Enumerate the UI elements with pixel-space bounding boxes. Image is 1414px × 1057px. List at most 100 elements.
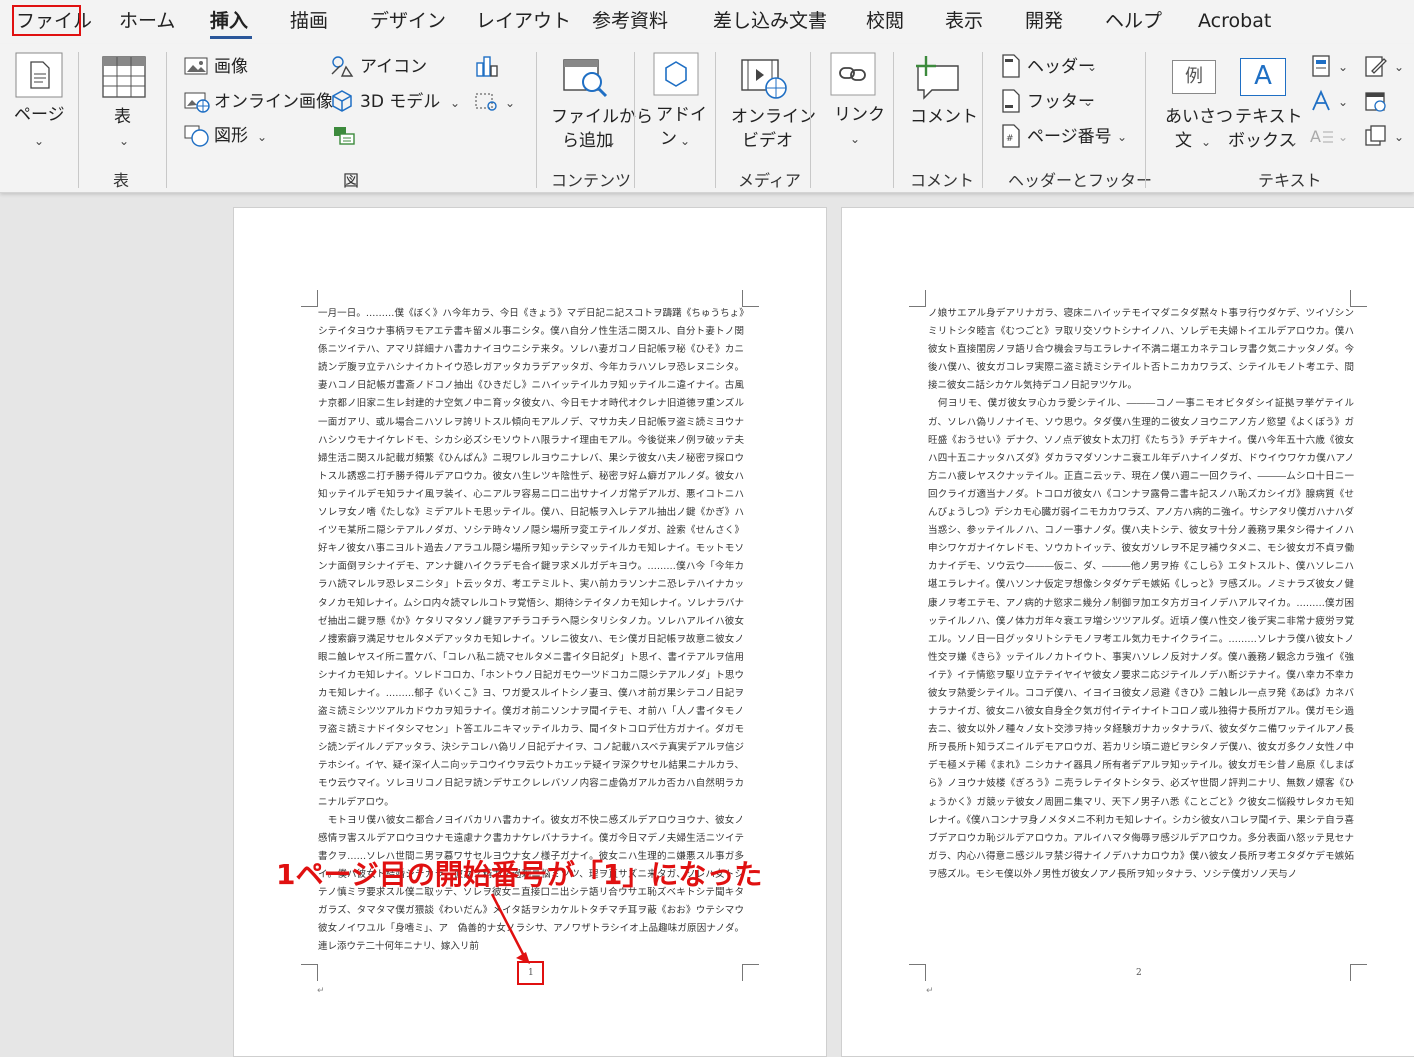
object-icon[interactable] xyxy=(1364,124,1388,148)
online-video-label-2: ビデオ xyxy=(742,131,793,151)
add-from-file-label: ファイルから xyxy=(551,107,653,127)
tab-help[interactable]: ヘルプ xyxy=(1105,8,1162,34)
chevron-down-icon: ⌄ xyxy=(1087,60,1098,74)
shapes-label: 図形 xyxy=(214,126,248,146)
chart-icon[interactable] xyxy=(474,54,500,78)
chevron-down-icon: ⌄ xyxy=(680,134,691,148)
margin-corner xyxy=(742,964,759,981)
margin-corner xyxy=(301,290,318,307)
chevron-down-icon[interactable]: ⌄ xyxy=(1338,126,1348,148)
tab-view[interactable]: 表示 xyxy=(945,8,983,34)
tab-home[interactable]: ホーム xyxy=(119,8,175,34)
link-icon xyxy=(830,52,876,96)
margin-corner xyxy=(742,290,759,307)
chevron-down-icon[interactable]: ⌄ xyxy=(1394,56,1404,78)
textbox-label: テキスト xyxy=(1235,107,1303,127)
online-video-label: オンライン xyxy=(731,107,816,127)
tab-insert[interactable]: 挿入 xyxy=(210,8,248,34)
online-image-label: オンライン画像 xyxy=(214,92,333,112)
tab-design[interactable]: デザイン xyxy=(370,8,446,34)
online-image-icon xyxy=(184,92,210,113)
table-label: 表 xyxy=(114,107,131,127)
margin-corner xyxy=(301,964,318,981)
chevron-down-icon[interactable]: ⌄ xyxy=(1338,56,1348,78)
addins-label-2: ン xyxy=(660,129,677,149)
annotation-arrow xyxy=(490,893,530,964)
separator xyxy=(536,52,537,188)
date-time-icon[interactable] xyxy=(1364,89,1388,113)
image-label: 画像 xyxy=(214,57,248,77)
icons-icon xyxy=(331,56,354,77)
chevron-down-icon: ⌄ xyxy=(1083,95,1094,109)
annotation-callout: 1ページ目の開始番号が「1」になった xyxy=(276,858,763,891)
chevron-down-icon: ⌄ xyxy=(505,96,516,110)
addins-icon xyxy=(653,52,699,96)
page-number-label: ページ番号 xyxy=(1027,127,1112,147)
quick-parts-icon[interactable] xyxy=(1310,54,1332,78)
wordart-icon[interactable] xyxy=(1310,89,1332,113)
tab-draw[interactable]: 描画 xyxy=(290,8,328,34)
file-tab-highlight xyxy=(12,5,81,36)
dropcap-icon[interactable]: A xyxy=(1308,124,1334,148)
paragraph-mark: ↵ xyxy=(926,986,934,996)
greeting-label: あいさつ xyxy=(1165,107,1233,127)
active-tab-underline xyxy=(210,36,252,39)
chevron-down-icon: ⌄ xyxy=(119,134,130,148)
separator xyxy=(810,52,811,188)
chevron-down-icon: ⌄ xyxy=(1288,135,1299,149)
tab-review[interactable]: 校閲 xyxy=(866,8,904,34)
chevron-down-icon: ⌄ xyxy=(606,135,617,149)
textbox-icon: A xyxy=(1240,58,1286,96)
shapes-icon xyxy=(184,125,209,147)
separator xyxy=(715,52,716,188)
group-label-text: テキスト xyxy=(1258,171,1322,190)
group-label-header-footer: ヘッダーとフッター xyxy=(1008,171,1153,190)
tab-layout[interactable]: レイアウト xyxy=(476,8,571,34)
tab-references[interactable]: 参考資料 xyxy=(592,8,668,34)
textbox-label-2: ボックス xyxy=(1228,131,1296,151)
body-text[interactable]: ノ娘サエアル身デアリナガラ、寝床ニハイッテモイマダニタダ黙々ト事ヲ行ウダケデ、ツ… xyxy=(928,305,1354,955)
ribbon: ページ ⌄ 表 ⌄ 表 画像 オンライン画像 図形 ⌄ アイコン 3D モデル … xyxy=(0,44,1414,193)
separator xyxy=(982,52,983,188)
tab-developer[interactable]: 開発 xyxy=(1025,8,1063,34)
chevron-down-icon: ⌄ xyxy=(450,96,461,110)
separator xyxy=(166,52,167,188)
separator xyxy=(634,52,635,188)
separator xyxy=(78,52,79,188)
svg-text:#: # xyxy=(1006,134,1014,144)
greeting-label-2: 文 xyxy=(1175,131,1192,151)
page-number-icon: # xyxy=(1002,124,1020,148)
chevron-down-icon[interactable]: ⌄ xyxy=(1338,91,1348,113)
separator xyxy=(1145,52,1146,188)
margin-corner xyxy=(909,290,926,307)
addins-label: アドイ xyxy=(656,105,707,125)
tab-acrobat[interactable]: Acrobat xyxy=(1198,8,1271,34)
paragraph-mark: ↵ xyxy=(317,986,325,996)
chevron-down-icon: ⌄ xyxy=(850,132,861,146)
cube-icon xyxy=(332,90,352,112)
smartart-icon[interactable] xyxy=(332,124,356,146)
comment-label: コメント xyxy=(910,107,978,127)
link-label: リンク xyxy=(834,105,885,125)
chevron-down-icon[interactable]: ⌄ xyxy=(1394,126,1404,148)
document-page-2[interactable]: ノ娘サエアル身デアリナガラ、寝床ニハイッテモイマダニタダ黙々ト事ヲ行ウダケデ、ツ… xyxy=(841,207,1414,1057)
chevron-down-icon: ⌄ xyxy=(34,134,45,148)
table-icon xyxy=(102,56,146,98)
pages-label: ページ xyxy=(14,105,65,125)
separator xyxy=(893,52,894,188)
page-number[interactable]: 2 xyxy=(1136,968,1142,978)
file-search-icon xyxy=(563,59,608,98)
page-icon xyxy=(15,52,63,98)
header-label: ヘッダー xyxy=(1027,57,1095,77)
greeting-icon: 例 xyxy=(1172,60,1216,94)
signature-line-icon[interactable] xyxy=(1364,54,1388,78)
tab-mailings[interactable]: 差し込み文書 xyxy=(713,8,827,34)
margin-corner xyxy=(1350,964,1367,981)
chevron-down-icon: ⌄ xyxy=(257,130,268,144)
group-label-content: コンテンツ xyxy=(551,171,632,190)
group-label-comments: コメント xyxy=(910,171,975,190)
svg-text:A: A xyxy=(1310,127,1321,146)
3d-model-label: 3D モデル xyxy=(360,92,441,112)
ribbon-tabs: ファイル ホーム 挿入 描画 デザイン レイアウト 参考資料 差し込み文書 校閲… xyxy=(0,0,1414,44)
chevron-down-icon: ⌄ xyxy=(1117,130,1128,144)
